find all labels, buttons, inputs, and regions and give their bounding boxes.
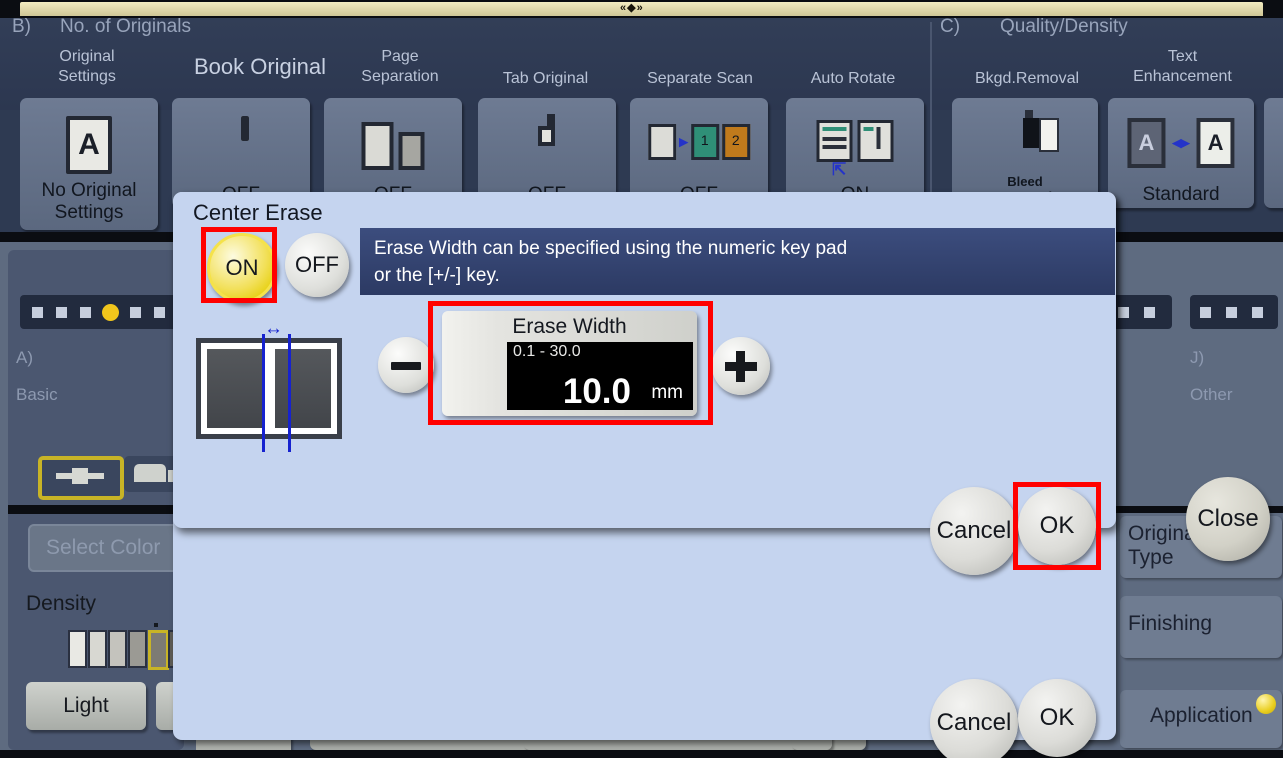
application-indicator-dot	[1256, 694, 1276, 714]
colhdr-auto-rotate: Auto Rotate	[810, 70, 896, 87]
colhdr-text-enh-2: Enhancement	[1133, 68, 1232, 85]
colhdr-bkgd-removal: Bkgd.Removal	[974, 70, 1080, 87]
section-letter-b: B)	[12, 16, 31, 37]
density-label: Density	[26, 592, 97, 615]
tile-label-no-original-1: No Original	[41, 180, 137, 201]
finishing-button[interactable]: Finishing	[1120, 596, 1282, 658]
annotation-box-erase-width	[428, 301, 713, 425]
tile-label-no-original-2: Settings	[54, 202, 124, 223]
colhdr-original-settings-2: Settings	[58, 68, 116, 85]
separate-scan-icon: ▸ 1 2	[648, 124, 750, 160]
tab-scroll-icon[interactable]: «◆»	[620, 1, 644, 14]
section-title-c: Quality/Density	[1000, 16, 1128, 37]
instruction-message: Erase Width can be specified using the n…	[360, 228, 1115, 295]
section-title-other: Other	[1190, 385, 1233, 404]
colhdr-page-sep-2: Separation	[361, 68, 439, 85]
letter-a-page-icon: A	[66, 116, 112, 174]
outer-cancel-button[interactable]: Cancel	[930, 679, 1018, 758]
tile-label-text-enhancement: Standard	[1142, 184, 1220, 205]
copier-touch-screen: «◆» B) No. of Originals C) Quality/Densi…	[0, 0, 1283, 758]
annotation-box-ok-button	[1013, 482, 1101, 570]
auto-rotate-icon	[816, 120, 894, 162]
colhdr-text-enh-1: Text	[1167, 48, 1198, 65]
colhdr-page-sep-1: Page	[381, 48, 419, 65]
annotation-box-on-button	[201, 227, 277, 303]
page-separation-icon	[361, 122, 425, 170]
close-button[interactable]: Close	[1186, 477, 1270, 561]
section-title-b: No. of Originals	[60, 16, 191, 37]
text-enhancement-icon: A ◂▸ A	[1127, 118, 1235, 168]
center-erase-off-button[interactable]: OFF	[285, 233, 349, 297]
decrease-width-button[interactable]	[378, 337, 434, 393]
tab-page-icon	[547, 114, 555, 139]
tile-partial-right[interactable]	[1264, 98, 1283, 208]
application-label: Application	[1150, 704, 1253, 727]
page-indicator-j[interactable]	[1190, 295, 1278, 329]
light-label: Light	[63, 694, 109, 717]
page-indicator-left[interactable]	[20, 295, 189, 329]
plus-icon-v	[736, 351, 745, 382]
width-arrow-icon: ↔	[264, 318, 283, 339]
section-title-a: Basic	[16, 385, 58, 404]
colhdr-tab-original: Tab Original	[502, 70, 589, 87]
application-button[interactable]: Application	[1120, 690, 1282, 748]
book-icon	[241, 116, 249, 141]
orientation-option-selected[interactable]	[38, 456, 124, 500]
close-label: Close	[1197, 505, 1259, 532]
screen-bottom-bar	[0, 750, 1283, 758]
inner-cancel-label: Cancel	[936, 517, 1012, 544]
outer-ok-label: OK	[1039, 704, 1075, 731]
original-type-line2: Type	[1128, 546, 1174, 569]
outer-ok-button[interactable]: OK	[1018, 679, 1096, 757]
erase-width-markers: ↔	[258, 318, 298, 452]
center-erase-dialog-title: Center Erase	[193, 200, 323, 225]
finishing-label: Finishing	[1128, 612, 1213, 635]
bleed-removal-icon	[1023, 110, 1059, 152]
increase-width-button[interactable]	[712, 337, 770, 395]
page-indicator-i[interactable]	[1108, 295, 1172, 329]
minus-icon	[391, 362, 421, 370]
tile-label-bleed-1: Bleed	[1007, 174, 1043, 189]
section-divider	[930, 22, 932, 212]
tab-strip[interactable]: «◆»	[20, 2, 1263, 16]
center-erase-cancel-button[interactable]: Cancel	[930, 487, 1018, 575]
colhdr-original-settings-1: Original	[59, 48, 115, 65]
select-color-label: Select Color	[46, 536, 161, 559]
section-letter-a: A)	[16, 348, 33, 367]
tile-text-enhancement[interactable]: A ◂▸ A Standard	[1108, 98, 1254, 208]
message-line-1: Erase Width can be specified using the n…	[374, 238, 848, 259]
tile-no-original-settings[interactable]: A No Original Settings	[20, 98, 158, 230]
colhdr-separate-scan: Separate Scan	[647, 70, 753, 87]
section-letter-j: J)	[1190, 348, 1205, 367]
section-letter-c: C)	[940, 16, 961, 37]
message-line-2: or the [+/-] key.	[374, 265, 500, 286]
left-panel-divider	[8, 505, 184, 514]
light-button[interactable]: Light	[26, 682, 146, 730]
off-label: OFF	[295, 252, 339, 277]
colhdr-book-original: Book Original	[193, 54, 327, 79]
outer-cancel-label: Cancel	[936, 709, 1012, 736]
